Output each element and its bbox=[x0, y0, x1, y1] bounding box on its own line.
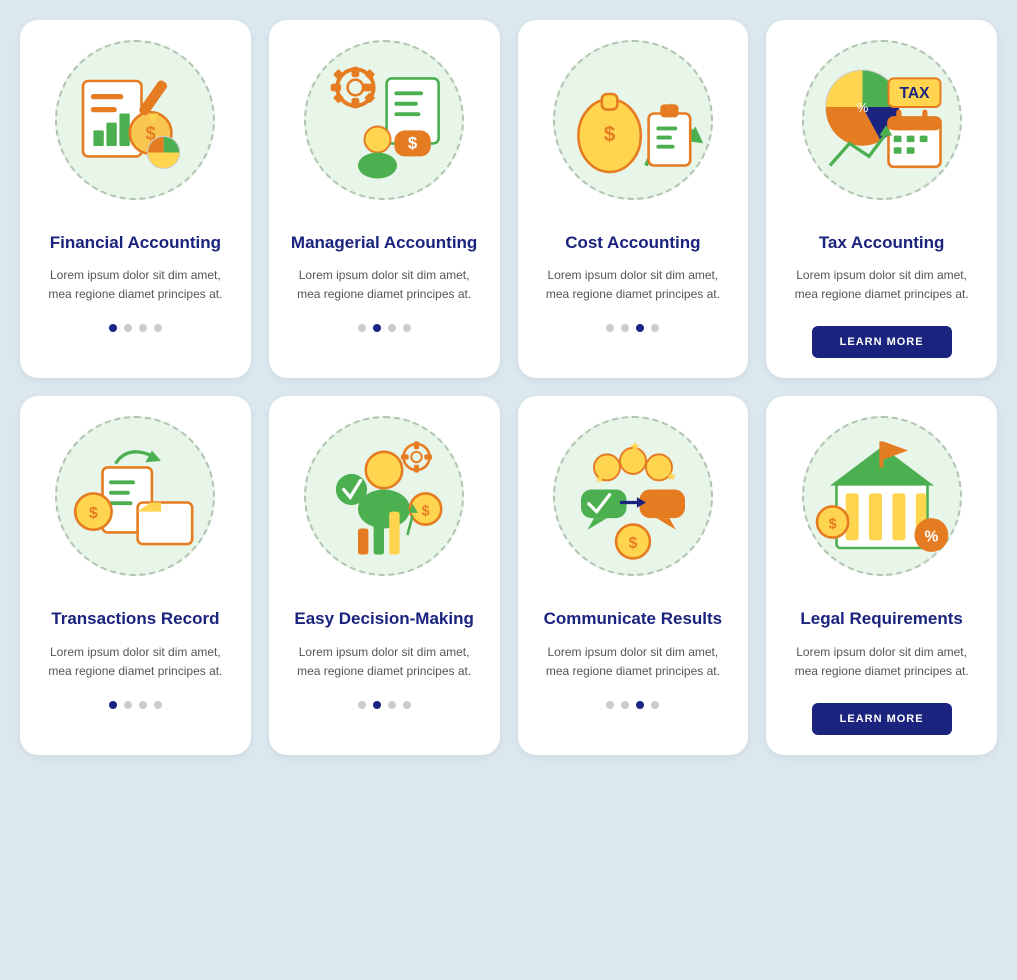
card-title-financial: Financial Accounting bbox=[32, 220, 239, 260]
dot bbox=[606, 324, 614, 332]
dot bbox=[621, 324, 629, 332]
card-title-cost: Cost Accounting bbox=[547, 220, 718, 260]
card-title-decision: Easy Decision-Making bbox=[276, 596, 492, 636]
illustration-managerial: $ bbox=[269, 20, 500, 220]
card-cost-accounting: $ Cost Accounting Lorem ipsum dolor sit … bbox=[518, 20, 749, 378]
dot bbox=[606, 701, 614, 709]
dot bbox=[621, 701, 629, 709]
card-managerial-accounting: $ Managerial Accounting Lorem ipsum dolo… bbox=[269, 20, 500, 378]
dot bbox=[358, 701, 366, 709]
dot bbox=[388, 701, 396, 709]
card-desc-financial: Lorem ipsum dolor sit dim amet, mea regi… bbox=[20, 260, 251, 316]
svg-text:$: $ bbox=[604, 123, 616, 146]
learn-more-button-tax[interactable]: LEARN MORE bbox=[812, 326, 952, 358]
dot bbox=[139, 324, 147, 332]
dot bbox=[373, 701, 381, 709]
dot bbox=[358, 324, 366, 332]
dot bbox=[154, 701, 162, 709]
card-desc-legal: Lorem ipsum dolor sit dim amet, mea regi… bbox=[766, 637, 997, 693]
card-desc-cost: Lorem ipsum dolor sit dim amet, mea regi… bbox=[518, 260, 749, 316]
card-financial-accounting: $ Financial Accounting Lorem ipsum dolor… bbox=[20, 20, 251, 378]
svg-text:★: ★ bbox=[629, 439, 641, 454]
card-title-managerial: Managerial Accounting bbox=[273, 220, 495, 260]
dot bbox=[403, 324, 411, 332]
svg-text:$: $ bbox=[408, 134, 418, 153]
svg-text:TAX: TAX bbox=[899, 85, 930, 102]
card-desc-decision: Lorem ipsum dolor sit dim amet, mea regi… bbox=[269, 637, 500, 693]
card-legal-requirements: $ % Legal Requirements Lorem ipsum dolor… bbox=[766, 396, 997, 754]
dots-managerial bbox=[358, 324, 411, 332]
card-title-tax: Tax Accounting bbox=[801, 220, 963, 260]
dot bbox=[124, 324, 132, 332]
illustration-transactions: $ bbox=[20, 396, 251, 596]
dot bbox=[109, 701, 117, 709]
dots-financial bbox=[109, 324, 162, 332]
illustration-decision: $ bbox=[269, 396, 500, 596]
svg-text:★: ★ bbox=[665, 469, 677, 484]
card-communicate-results: $ ★ ★ ★ Communicate Results Lorem ipsum … bbox=[518, 396, 749, 754]
dot bbox=[154, 324, 162, 332]
svg-text:★: ★ bbox=[594, 471, 606, 486]
card-title-transactions: Transactions Record bbox=[33, 596, 237, 636]
dot bbox=[651, 324, 659, 332]
card-title-legal: Legal Requirements bbox=[782, 596, 981, 636]
dot bbox=[636, 701, 644, 709]
dot bbox=[139, 701, 147, 709]
svg-text:$: $ bbox=[828, 517, 836, 533]
svg-text:%: % bbox=[856, 100, 868, 115]
illustration-cost: $ bbox=[518, 20, 749, 220]
cards-grid: $ Financial Accounting Lorem ipsum dolor… bbox=[20, 20, 997, 755]
dot bbox=[109, 324, 117, 332]
dots-cost bbox=[606, 324, 659, 332]
dots-communicate bbox=[606, 701, 659, 709]
svg-text:$: $ bbox=[629, 535, 638, 552]
dot bbox=[651, 701, 659, 709]
dot bbox=[403, 701, 411, 709]
dot bbox=[636, 324, 644, 332]
card-tax-accounting: % TAX bbox=[766, 20, 997, 378]
dots-decision bbox=[358, 701, 411, 709]
dot bbox=[124, 701, 132, 709]
card-desc-transactions: Lorem ipsum dolor sit dim amet, mea regi… bbox=[20, 637, 251, 693]
card-desc-managerial: Lorem ipsum dolor sit dim amet, mea regi… bbox=[269, 260, 500, 316]
illustration-financial: $ bbox=[20, 20, 251, 220]
card-easy-decision-making: $ Easy Decision-Making Lorem ipsum dolor… bbox=[269, 396, 500, 754]
svg-text:$: $ bbox=[422, 504, 430, 520]
card-desc-communicate: Lorem ipsum dolor sit dim amet, mea regi… bbox=[518, 637, 749, 693]
svg-text:%: % bbox=[924, 529, 938, 546]
learn-more-button-legal[interactable]: LEARN MORE bbox=[812, 703, 952, 735]
svg-text:$: $ bbox=[89, 506, 98, 523]
card-title-communicate: Communicate Results bbox=[526, 596, 741, 636]
card-desc-tax: Lorem ipsum dolor sit dim amet, mea regi… bbox=[766, 260, 997, 316]
dot bbox=[373, 324, 381, 332]
illustration-communicate: $ ★ ★ ★ bbox=[518, 396, 749, 596]
illustration-tax: % TAX bbox=[766, 20, 997, 220]
card-transactions-record: $ Transactions Record Lorem ipsum dolor … bbox=[20, 396, 251, 754]
dot bbox=[388, 324, 396, 332]
illustration-legal: $ % bbox=[766, 396, 997, 596]
dots-transactions bbox=[109, 701, 162, 709]
